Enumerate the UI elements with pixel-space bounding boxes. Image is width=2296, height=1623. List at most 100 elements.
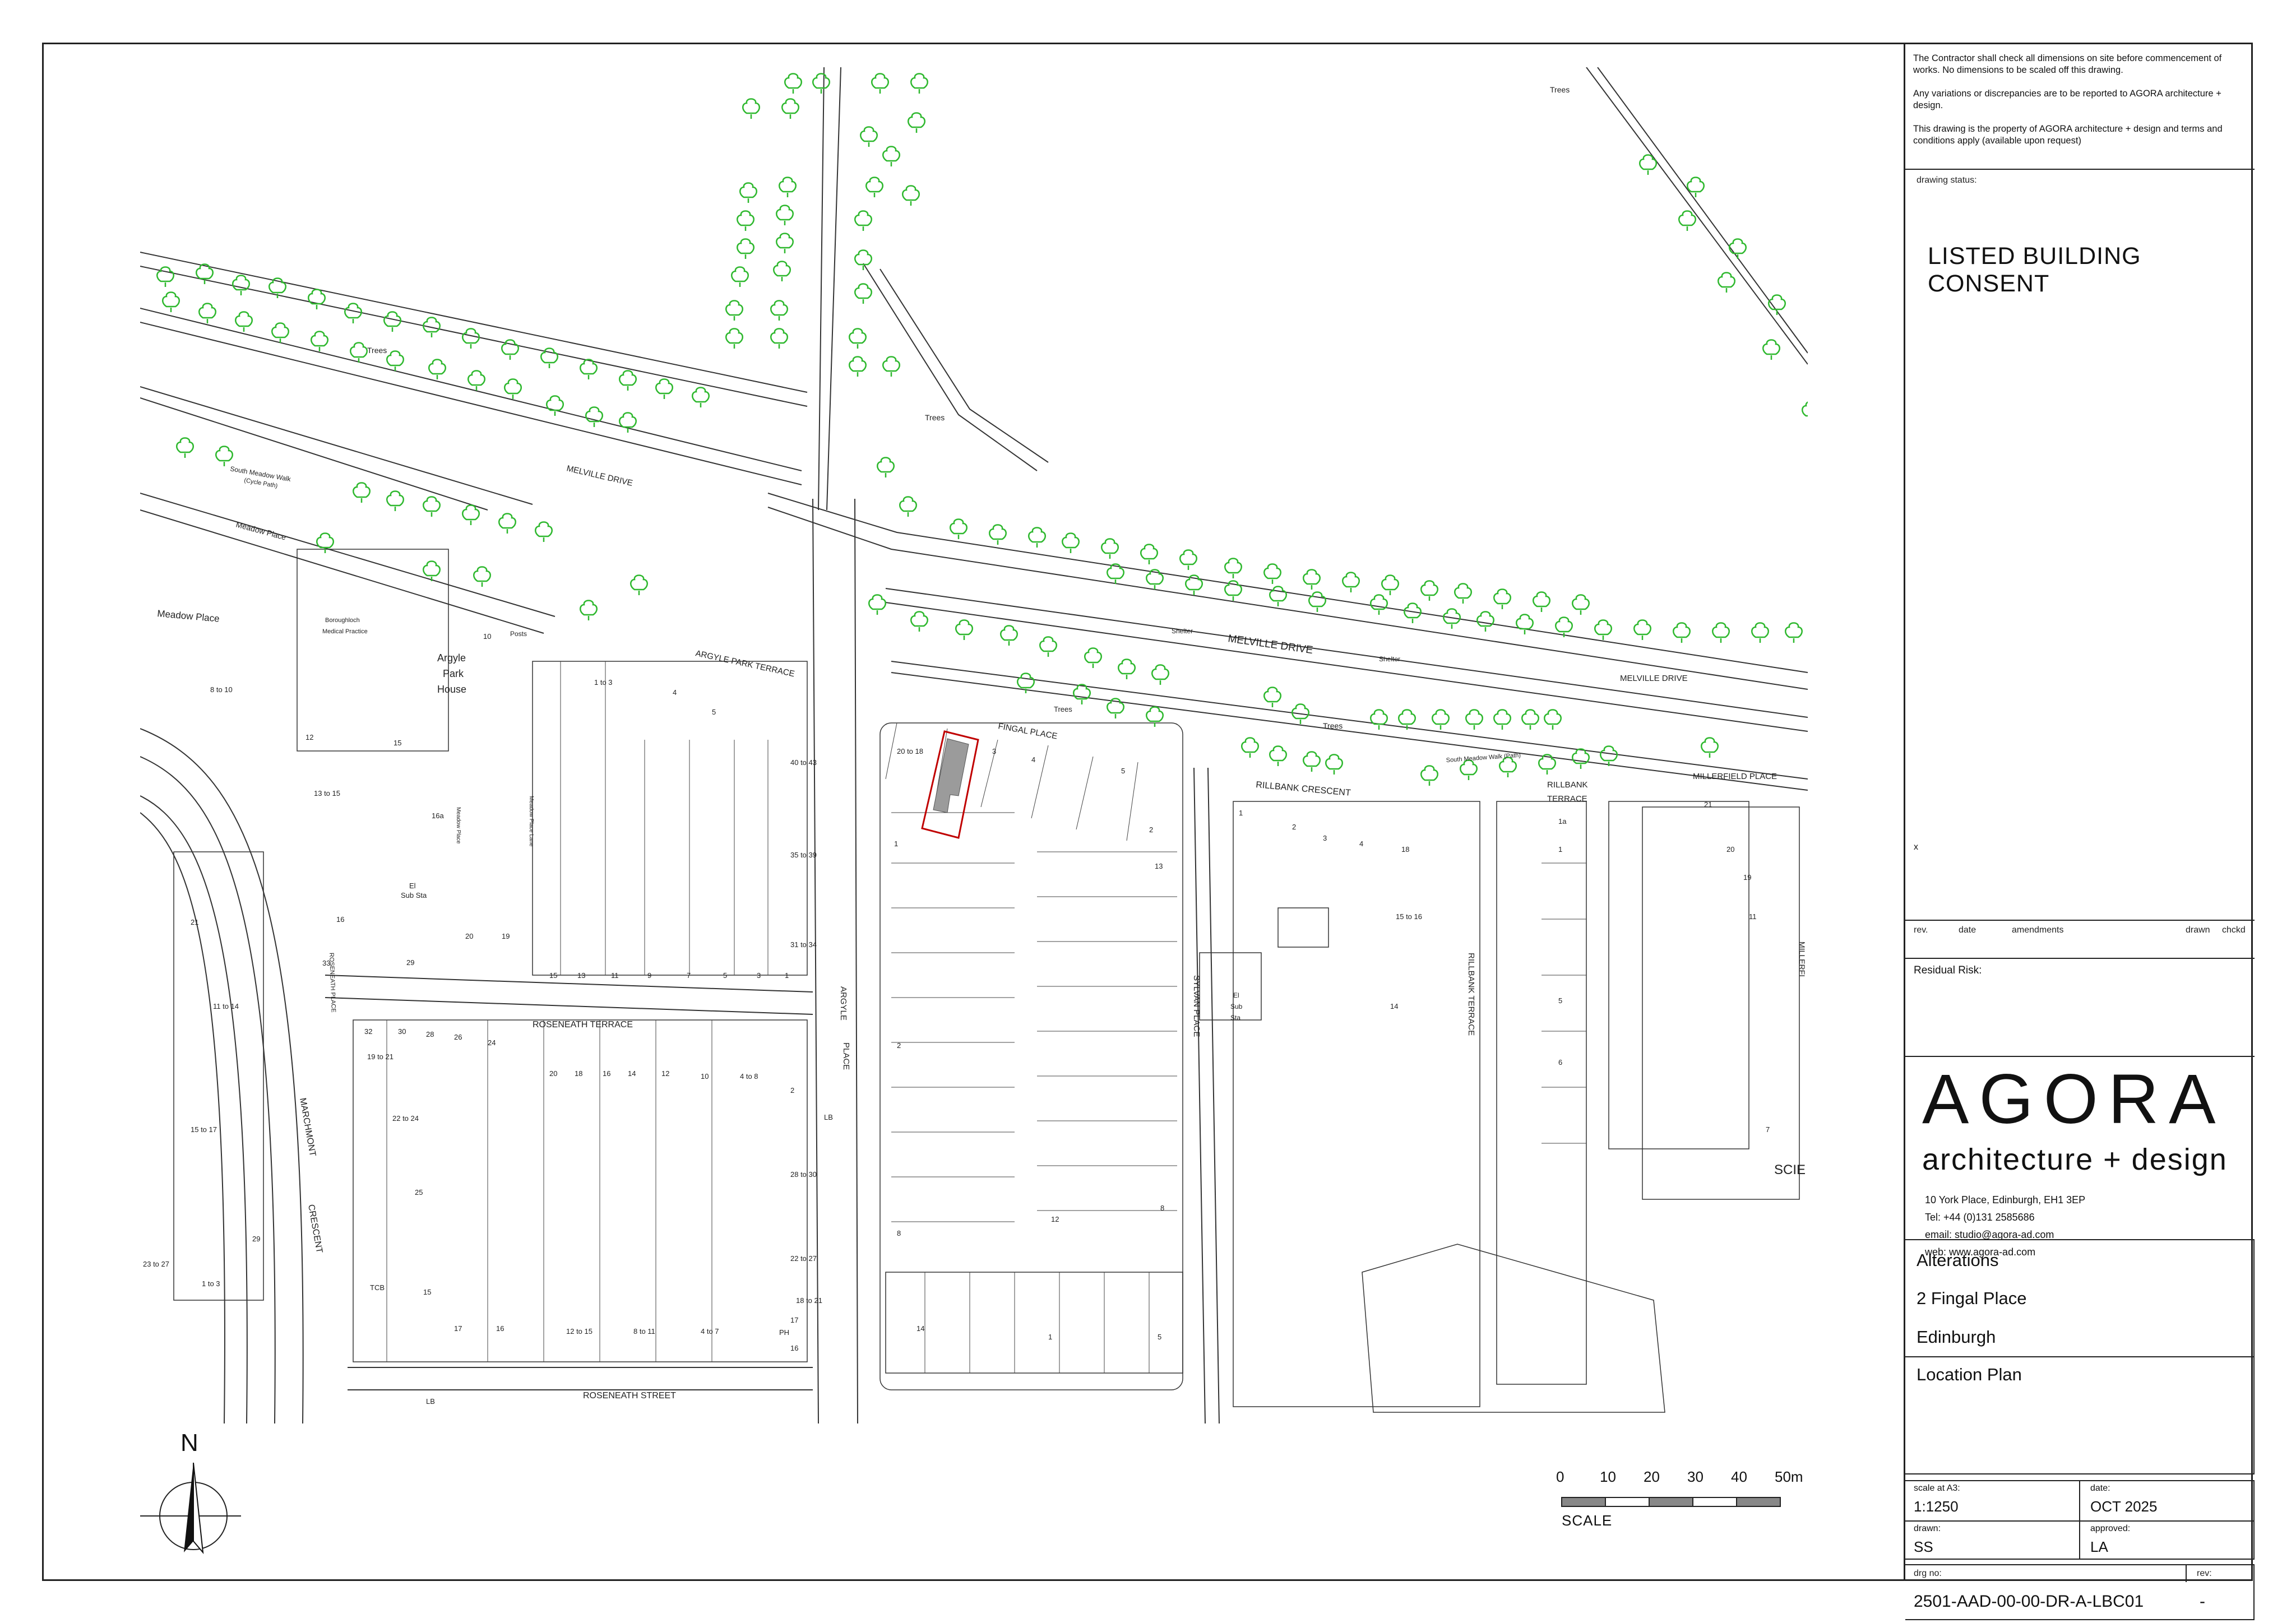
tree-icon [1039, 636, 1057, 657]
drawing-metadata: scale at A3: 1:1250 date: OCT 2025 drawn… [1905, 1480, 2255, 1560]
approved-caption: approved: [2090, 1524, 2131, 1533]
label-marchmont: MARCHMONT [298, 1097, 317, 1157]
house-number: 14 [916, 1324, 924, 1333]
tree-icon [1420, 765, 1438, 786]
tree-icon [1370, 594, 1388, 615]
label-roseneath-street: ROSENEATH STREET [583, 1391, 676, 1401]
tree-icon [1432, 709, 1450, 730]
compass-icon [140, 1462, 241, 1555]
north-letter: N [180, 1429, 198, 1457]
scale-caption: scale at A3: [1914, 1483, 1960, 1493]
tree-icon [535, 521, 553, 542]
location-map[interactable]: MELVILLE DRIVE MELVILLE DRIVE MELVILLE D… [140, 67, 1808, 1423]
tree-icon [215, 446, 233, 466]
tree-icon [1404, 602, 1422, 623]
label-place: PLACE [841, 1042, 851, 1070]
tree-icon [1701, 737, 1719, 758]
tree-icon [1303, 569, 1321, 590]
house-number: 19 to 21 [367, 1052, 394, 1061]
label-lb-2: LB [426, 1397, 435, 1406]
tree-icon [271, 322, 289, 343]
tree-icon [902, 185, 920, 206]
tree-icon [386, 350, 404, 371]
label-argyle-park-house-3: House [437, 684, 466, 695]
label-rillbank-terrace-2: TERRACE [1547, 794, 1587, 804]
tree-icon [739, 182, 757, 203]
tree-icon [1370, 709, 1388, 730]
tree-icon [1381, 574, 1399, 595]
tree-icon [311, 331, 328, 351]
tree-icon [1493, 588, 1511, 609]
house-number: 13 [1155, 862, 1163, 870]
tree-icon [725, 328, 743, 349]
house-number: 1 to 3 [202, 1279, 220, 1288]
project-details: Alterations 2 Fingal Place Edinburgh Loc… [1905, 1239, 2255, 1474]
tree-icon [1454, 583, 1472, 604]
tree-icon [1762, 339, 1780, 360]
plot-lines [386, 661, 1586, 1373]
label-meadow-place-lane: Meadow Place Lane [528, 796, 534, 847]
tree-icon [473, 566, 491, 587]
house-number: 26 [454, 1033, 462, 1041]
house-number: 22 to 27 [790, 1254, 817, 1263]
house-number: 35 to 39 [790, 851, 817, 859]
house-number: 11 [611, 971, 619, 980]
house-number: 24 [488, 1038, 496, 1047]
rev-value: - [2200, 1592, 2205, 1611]
house-number: 23 to 27 [143, 1260, 169, 1268]
house-number: 31 to 34 [790, 940, 817, 949]
tree-icon [580, 359, 598, 379]
tree-icon [1768, 294, 1786, 315]
rev-drawn-col: drawn [2186, 925, 2210, 935]
house-number: 1a [1558, 817, 1567, 826]
tree-icon [854, 283, 872, 304]
house-number: 20 to 18 [897, 747, 923, 755]
tree-icon [1303, 751, 1321, 772]
label-scie: SCIE [1774, 1162, 1806, 1177]
house-number: 10 [701, 1072, 709, 1081]
practice-branding: AGORA architecture + design 10 York Plac… [1905, 1057, 2255, 1258]
label-argyle-park-terrace: ARGYLE PARK TERRACE [695, 648, 795, 679]
tree-icon [770, 300, 788, 321]
house-number: 9 [647, 971, 651, 980]
map-labels: MELVILLE DRIVE MELVILLE DRIVE MELVILLE D… [157, 85, 1807, 1406]
tree-icon [1594, 619, 1612, 640]
site-boundary[interactable] [921, 730, 979, 839]
label-meadow-place-1: Meadow Place [235, 520, 287, 541]
tree-icon [462, 504, 480, 525]
scale-segments [1561, 1497, 1781, 1507]
label-meadow-place-v: Meadow Place [455, 807, 461, 844]
tree-icon [655, 378, 673, 399]
tree-icon [619, 370, 637, 391]
rev-col: rev. [1914, 925, 1928, 935]
house-number: 4 [1031, 755, 1035, 764]
tree-icon [910, 73, 928, 94]
tree-icon [781, 98, 799, 119]
tree-icon [1673, 622, 1691, 643]
house-number: 15 [394, 739, 401, 747]
building-blocks [173, 549, 1800, 1413]
tree-icon [1521, 709, 1539, 730]
house-number: 5 [1558, 996, 1562, 1005]
tree-icon [353, 482, 371, 503]
house-number: 21 [191, 918, 198, 926]
house-number: 30 [398, 1027, 406, 1036]
date-value: OCT 2025 [2090, 1498, 2158, 1515]
tree-icon [386, 490, 404, 511]
label-sub-sta-5: Sta [1230, 1014, 1240, 1022]
label-lb-1: LB [824, 1113, 833, 1121]
revision-table-header: rev. date amendments drawn chckd [1905, 920, 2255, 959]
house-number: 28 [426, 1030, 434, 1038]
date-caption: date: [2090, 1483, 2110, 1493]
tree-icon [1712, 622, 1730, 643]
scale-tick-1: 10 [1600, 1468, 1616, 1485]
tree-icon [849, 356, 867, 377]
house-number: 1 [785, 971, 789, 980]
status-caption: drawing status: [1917, 175, 1977, 185]
house-number: 5 [712, 708, 716, 716]
label-trees-1: Trees [1054, 705, 1072, 713]
label-shelter-2: Shelter [1379, 655, 1400, 663]
label-fingal-place: FINGAL PLACE [997, 721, 1058, 741]
house-number: 7 [1766, 1125, 1770, 1134]
project-line-2: 2 Fingal Place [1917, 1288, 2027, 1308]
